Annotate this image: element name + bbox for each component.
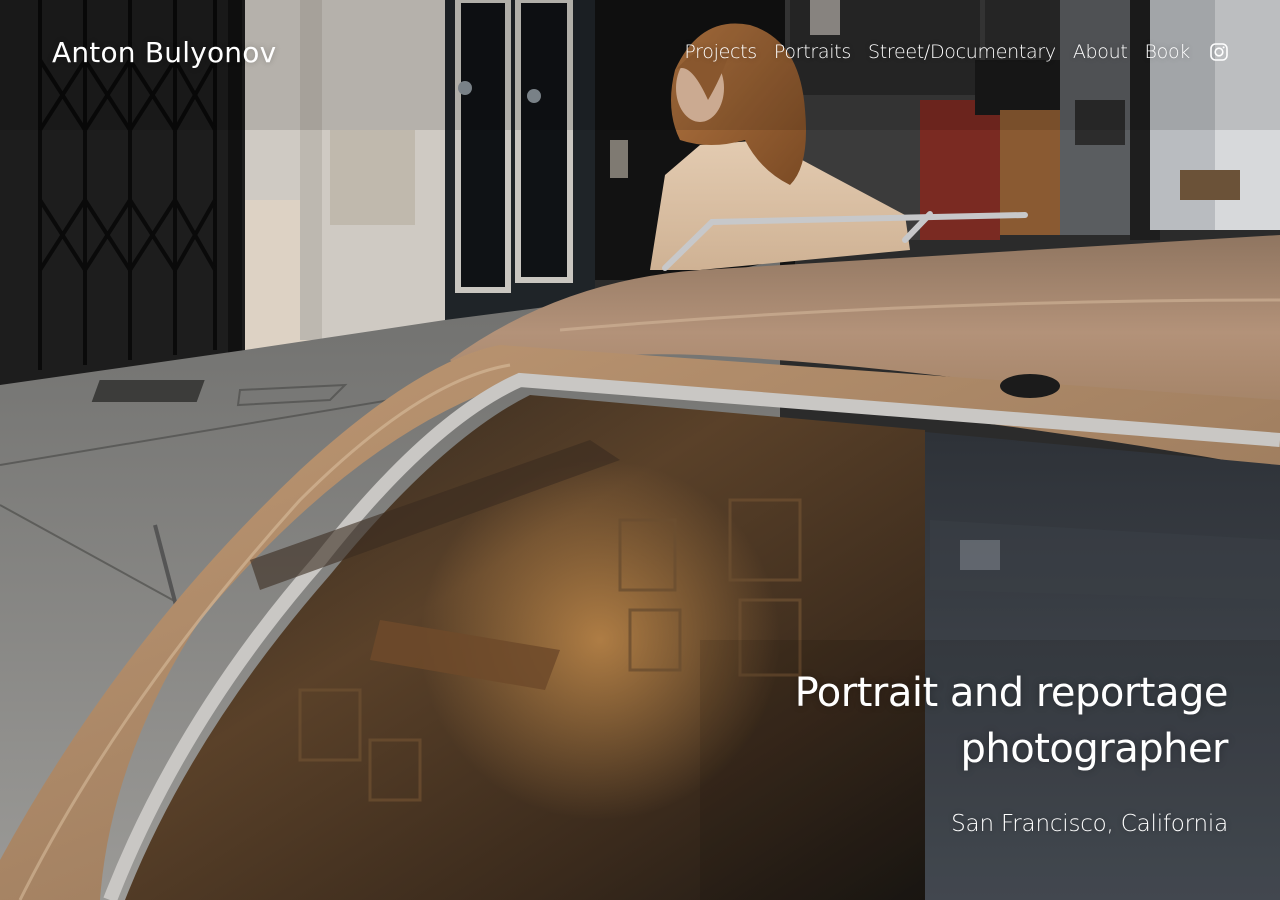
hero-text: Portrait and reportage photographer San … — [628, 665, 1229, 837]
nav-link-about[interactable]: About — [1073, 41, 1128, 63]
hero-headline: Portrait and reportage photographer — [628, 665, 1229, 777]
nav-link-book[interactable]: Book — [1145, 41, 1191, 63]
page: Anton Bulyonov Projects Portraits Street… — [0, 0, 1280, 900]
instagram-link[interactable] — [1210, 43, 1228, 61]
main-nav: Projects Portraits Street/Documentary Ab… — [684, 41, 1228, 63]
hero-headline-line1: Portrait and reportage — [794, 670, 1229, 716]
nav-link-street-documentary[interactable]: Street/Documentary — [868, 41, 1056, 63]
site-title[interactable]: Anton Bulyonov — [52, 36, 276, 69]
nav-link-projects[interactable]: Projects — [684, 41, 757, 63]
instagram-icon — [1210, 43, 1228, 61]
hero-headline-line2: photographer — [960, 726, 1228, 772]
nav-link-portraits[interactable]: Portraits — [774, 41, 851, 63]
hero-location: San Francisco, California — [951, 811, 1228, 837]
